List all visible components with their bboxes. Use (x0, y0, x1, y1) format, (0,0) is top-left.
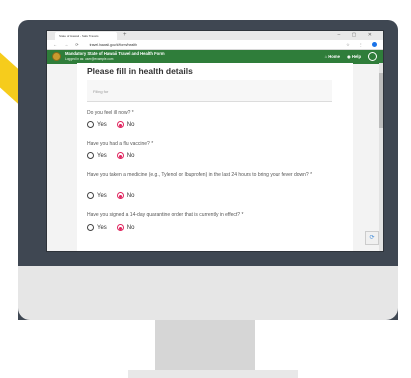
options-ill-now: Yes No (87, 121, 144, 128)
radio-yes-label: Yes (97, 121, 107, 128)
question-quarantine-order: Have you signed a 14-day quarantine orde… (87, 212, 244, 218)
browser-menu-icons[interactable]: ☆ ⋮ (346, 40, 377, 49)
home-link-label: Home (328, 54, 340, 59)
radio-no-label: No (126, 121, 135, 128)
question-fever-medicine: Have you taken a medicine (e.g., Tylenol… (87, 172, 313, 178)
new-tab-icon[interactable]: + (123, 31, 127, 40)
options-quarantine-order: Yes No (87, 224, 144, 231)
monitor-chin (18, 266, 398, 320)
options-fever-medicine: Yes No (87, 192, 144, 199)
question-flu-vaccine: Have you had a flu vaccine? * (87, 141, 154, 147)
home-link[interactable]: ⌂ Home (325, 54, 340, 59)
radio-yes[interactable] (87, 121, 94, 128)
state-seal-icon (52, 52, 61, 61)
site-subtitle: Logged in as: user@example.com (65, 57, 114, 61)
radio-yes-label: Yes (97, 192, 107, 199)
help-link-label: Help (351, 54, 361, 59)
page-scrollbar[interactable] (379, 63, 383, 251)
header-links: ⌂ Home ◉ Help (319, 50, 361, 64)
radio-no-label: No (126, 192, 135, 199)
site-header: Mandatory State of Hawaii Travel and Hea… (47, 50, 383, 64)
help-link[interactable]: ◉ Help (347, 54, 361, 59)
question-ill-now: Do you feel ill now? * (87, 110, 134, 116)
radio-yes-label: Yes (97, 152, 107, 159)
screen: State of Hawaii - Safe Travels + – ▢ ✕ ←… (46, 30, 384, 252)
monitor-base (128, 370, 298, 378)
radio-no-selected[interactable] (116, 192, 124, 199)
radio-no-selected[interactable] (116, 224, 124, 231)
star-menu-icon[interactable]: ☆ ⋮ (346, 42, 367, 47)
address-bar: ← → ⟳ travel.hawaii.gov/#/form/health ☆ … (47, 40, 383, 50)
browser-tabbar: State of Hawaii - Safe Travels + – ▢ ✕ (47, 31, 383, 40)
radio-no-label: No (126, 152, 135, 159)
profile-icon[interactable] (372, 42, 377, 48)
window-controls[interactable]: – ▢ ✕ (338, 31, 377, 40)
recaptcha-icon[interactable]: ⟳ (365, 231, 379, 245)
filing-for-field[interactable]: Filing for (87, 80, 332, 102)
radio-no-label: No (126, 224, 135, 231)
browser-tab[interactable]: State of Hawaii - Safe Travels (55, 32, 117, 40)
radio-no-selected[interactable] (116, 121, 124, 128)
site-title: Mandatory State of Hawaii Travel and Hea… (65, 51, 165, 56)
radio-yes[interactable] (87, 192, 94, 199)
health-form: Please fill in health details Filing for… (77, 63, 353, 251)
radio-yes-label: Yes (97, 224, 107, 231)
url-field[interactable]: travel.hawaii.gov/#/form/health (90, 43, 137, 47)
form-title: Please fill in health details (87, 66, 193, 76)
user-account-icon[interactable] (368, 52, 377, 61)
scrollbar-thumb[interactable] (379, 73, 383, 128)
radio-yes[interactable] (87, 224, 94, 231)
options-flu-vaccine: Yes No (87, 152, 144, 159)
radio-yes[interactable] (87, 152, 94, 159)
nav-arrows-icon[interactable]: ← → ⟳ (47, 42, 82, 47)
monitor-stand (155, 320, 255, 370)
radio-no-selected[interactable] (116, 152, 124, 159)
